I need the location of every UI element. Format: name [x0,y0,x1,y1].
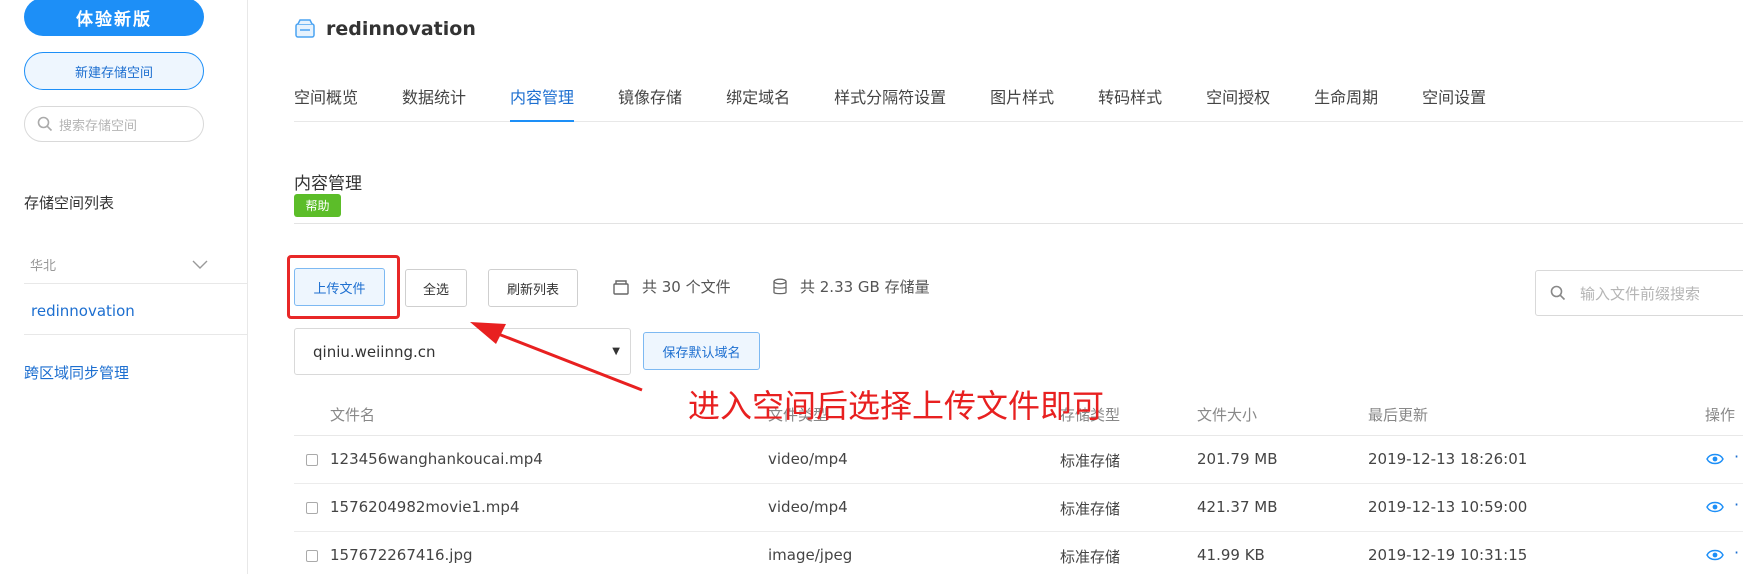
chevron-down-icon [192,260,208,269]
more-actions-icon[interactable]: · [1734,447,1739,466]
sidebar: 体验新版 新建存储空间 搜索存储空间 存储空间列表 华北 redinnovati… [0,0,248,574]
region-selector[interactable]: 华北 [24,246,248,284]
file-size: 421.37 MB [1197,498,1278,516]
search-icon [1550,285,1566,301]
sidebar-item-redinnovation[interactable]: redinnovation [24,287,248,335]
tab-style-separator[interactable]: 样式分隔符设置 [834,74,946,122]
cross-region-sync-link[interactable]: 跨区域同步管理 [24,362,129,383]
row-checkbox[interactable] [306,454,318,466]
last-updated: 2019-12-13 10:59:00 [1368,498,1528,516]
bucket-name: redinnovation [326,18,476,40]
bucket-icon [295,19,315,38]
storage-type: 标准存储 [1060,452,1121,470]
storage-type: 标准存储 [1060,500,1121,518]
section-divider [294,223,1743,224]
file-type: video/mp4 [768,498,848,516]
row-checkbox[interactable] [306,550,318,562]
tab-lifecycle[interactable]: 生命周期 [1314,74,1378,122]
search-icon [37,116,53,132]
file-type: video/mp4 [768,450,848,468]
section-title: 内容管理 [294,174,362,194]
col-header-size: 文件大小 [1197,406,1258,424]
tab-transcode-style[interactable]: 转码样式 [1098,74,1162,122]
file-count-stat: 共 30 个文件 [612,276,731,297]
file-count-text: 共 30 个文件 [642,278,731,296]
bucket-header: redinnovation [294,18,476,40]
file-name[interactable]: 157672267416.jpg [330,546,473,564]
file-name[interactable]: 1576204982movie1.mp4 [330,498,520,516]
file-size: 41.99 KB [1197,546,1265,564]
tab-content-management[interactable]: 内容管理 [510,74,575,122]
file-search-input[interactable]: 输入文件前缀搜索 [1535,270,1743,316]
file-search-placeholder: 输入文件前缀搜索 [1580,284,1701,303]
file-size: 201.79 MB [1197,450,1278,468]
space-search-input[interactable]: 搜索存储空间 [24,106,204,142]
more-actions-icon[interactable]: · [1734,495,1739,514]
tab-image-style[interactable]: 图片样式 [990,74,1054,122]
storage-type: 标准存储 [1060,548,1121,566]
save-default-domain-button[interactable]: 保存默认域名 [643,332,760,370]
col-header-updated: 最后更新 [1368,406,1429,424]
table-row[interactable]: 1576204982movie1.mp4 video/mp4 标准存储 421.… [294,484,1743,532]
domain-select-value: qiniu.weiinng.cn [313,342,436,361]
more-actions-icon[interactable]: · [1734,543,1739,562]
col-header-name: 文件名 [330,406,376,424]
space-search-placeholder: 搜索存储空间 [59,118,138,134]
tab-overview[interactable]: 空间概览 [294,74,358,122]
storage-stat: 共 2.33 GB 存储量 [772,276,930,297]
new-space-button[interactable]: 新建存储空间 [24,52,204,90]
last-updated: 2019-12-13 18:26:01 [1368,450,1528,468]
refresh-list-button[interactable]: 刷新列表 [488,269,578,307]
database-icon [773,278,787,294]
tab-space-authorization[interactable]: 空间授权 [1206,74,1270,122]
bucket-tabs: 空间概览 数据统计 内容管理 镜像存储 绑定域名 样式分隔符设置 图片样式 转码… [294,74,1743,122]
table-row[interactable]: 157672267416.jpg image/jpeg 标准存储 41.99 K… [294,532,1743,574]
annotation-text: 进入空间后选择上传文件即可 [688,387,1105,425]
preview-eye-icon[interactable] [1706,548,1724,562]
file-type: image/jpeg [768,546,853,564]
preview-eye-icon[interactable] [1706,500,1724,514]
help-badge[interactable]: 帮助 [294,194,341,217]
annotation-arrow [470,322,643,392]
space-list-title: 存储空间列表 [24,194,115,212]
select-all-button[interactable]: 全选 [405,269,467,307]
tab-bind-domain[interactable]: 绑定域名 [726,74,790,122]
region-label: 华北 [30,259,57,274]
last-updated: 2019-12-19 10:31:15 [1368,546,1528,564]
row-checkbox[interactable] [306,502,318,514]
new-version-button[interactable]: 体验新版 [24,0,204,36]
tab-mirror-storage[interactable]: 镜像存储 [618,74,682,122]
tab-statistics[interactable]: 数据统计 [402,74,466,122]
storage-text: 共 2.33 GB 存储量 [800,278,930,296]
file-name[interactable]: 123456wanghankoucai.mp4 [330,450,543,468]
col-header-actions: 操作 [1705,406,1736,424]
preview-eye-icon[interactable] [1706,452,1724,466]
files-icon [613,279,629,295]
upload-highlight-box [287,255,400,319]
table-row[interactable]: 123456wanghankoucai.mp4 video/mp4 标准存储 2… [294,436,1743,484]
tab-space-settings[interactable]: 空间设置 [1422,74,1486,122]
